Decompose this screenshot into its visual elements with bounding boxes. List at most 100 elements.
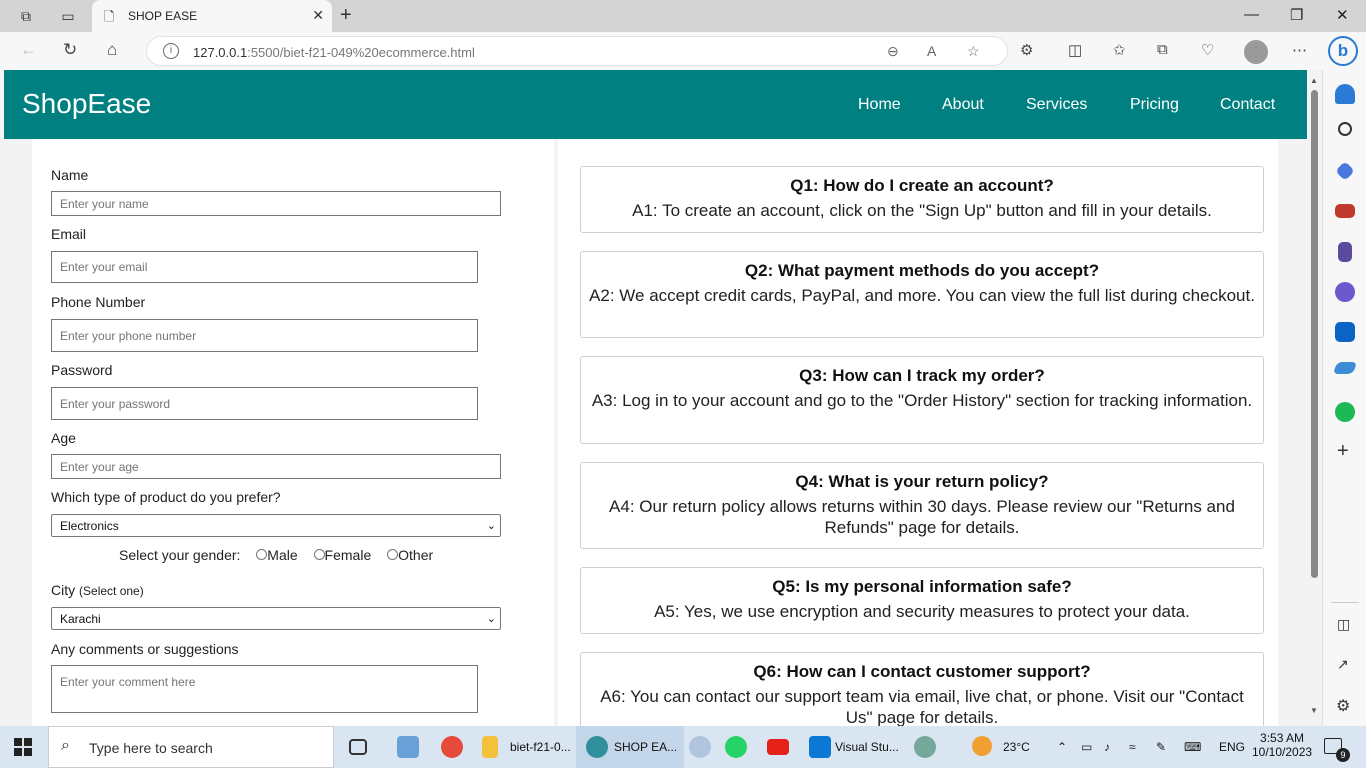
snipping-tool-icon[interactable] — [689, 736, 711, 758]
nav-pricing[interactable]: Pricing — [1130, 96, 1179, 114]
volume-icon[interactable]: ♪ — [1104, 740, 1110, 754]
weather-temp[interactable]: 23°C — [1003, 740, 1030, 754]
taskbar-app-vscode-label[interactable]: Visual Stu... — [835, 740, 899, 754]
url-field[interactable]: i 127.0.0.1:5500/biet-f21-049%20ecommerc… — [146, 36, 1008, 66]
notification-count-badge: 9 — [1336, 748, 1350, 762]
pen-icon[interactable]: ✎ — [1156, 740, 1166, 754]
minimize-icon[interactable]: — — [1244, 6, 1259, 23]
folder-icon[interactable] — [482, 736, 498, 758]
faq-question: Q4: What is your return policy? — [795, 472, 1049, 491]
search-icon[interactable] — [1338, 122, 1352, 136]
age-label: Age — [51, 430, 76, 446]
spotify-icon[interactable] — [1335, 402, 1355, 422]
product-value: Electronics — [60, 518, 119, 533]
faq-item: Q1: How do I create an account? A1: To c… — [580, 166, 1264, 233]
tools-icon[interactable] — [1335, 204, 1355, 218]
url-text: 127.0.0.1:5500/biet-f21-049%20ecommerce.… — [193, 45, 475, 60]
page-scrollbar[interactable]: ▲ ▼ — [1307, 70, 1322, 726]
language-indicator[interactable]: ENG — [1219, 740, 1245, 754]
radio-male[interactable] — [256, 549, 268, 561]
show-hidden-icons[interactable]: ⌃ — [1057, 740, 1067, 754]
drop-icon[interactable] — [1332, 362, 1358, 374]
gender-male-option[interactable]: Male — [256, 547, 298, 563]
taskbar-app-edge-label[interactable]: SHOP EA... — [614, 740, 677, 754]
outlook-icon[interactable] — [1335, 322, 1355, 342]
faq-answer: A6: You can contact our support team via… — [600, 687, 1244, 726]
site-header: ShopEase Home About Services Pricing Con… — [4, 70, 1307, 139]
more-menu-icon[interactable]: ⋯ — [1292, 41, 1307, 59]
youtube-icon[interactable] — [767, 739, 789, 755]
city-select[interactable]: Karachi ⌄ — [51, 607, 501, 630]
close-tab-icon[interactable]: ✕ — [312, 7, 324, 24]
back-icon[interactable]: ← — [20, 40, 37, 60]
brand-logo[interactable]: ShopEase — [22, 88, 151, 120]
gender-female-option[interactable]: Female — [313, 547, 371, 563]
wifi-icon[interactable]: ≈ — [1129, 740, 1136, 754]
edge-icon[interactable] — [586, 736, 608, 758]
hide-sidebar-icon[interactable]: ◫ — [1337, 616, 1350, 633]
nav-about[interactable]: About — [942, 96, 984, 114]
battery-icon[interactable]: ▭ — [1081, 740, 1092, 754]
password-input[interactable]: Enter your password — [51, 387, 478, 420]
restore-icon[interactable]: ❐ — [1290, 6, 1303, 24]
tab-actions-icon[interactable]: ▭ — [58, 6, 78, 26]
password-label: Password — [51, 362, 113, 378]
product-label: Which type of product do you prefer? — [51, 489, 281, 505]
taskbar-search[interactable]: ⌕ Type here to search — [48, 726, 334, 768]
new-tab-icon[interactable]: + — [340, 4, 352, 27]
product-select[interactable]: Electronics ⌄ — [51, 514, 501, 537]
whatsapp-icon[interactable] — [725, 736, 747, 758]
refresh-icon[interactable]: ↻ — [63, 40, 77, 60]
scrollbar-thumb[interactable] — [1311, 90, 1318, 578]
settings-icon[interactable]: ⚙ — [1336, 696, 1350, 716]
favorites-icon[interactable]: ✩ — [1113, 41, 1126, 59]
nav-home[interactable]: Home — [858, 96, 901, 114]
taskbar-clock[interactable]: 3:53 AM 10/10/2023 — [1252, 731, 1312, 759]
vscode-icon[interactable] — [809, 736, 831, 758]
email-label: Email — [51, 226, 87, 242]
favorite-icon[interactable]: ☆ — [967, 43, 980, 60]
home-icon[interactable]: ⌂ — [107, 40, 117, 60]
chatgpt-icon[interactable] — [914, 736, 936, 758]
comments-textarea[interactable]: Enter your comment here — [51, 665, 478, 713]
faq-item: Q3: How can I track my order? A3: Log in… — [580, 356, 1264, 444]
extensions-icon[interactable]: ⚙ — [1020, 41, 1033, 59]
file-explorer-icon[interactable] — [397, 736, 419, 758]
age-input[interactable]: Enter your age — [51, 454, 501, 479]
taskbar-app-folder-label[interactable]: biet-f21-0... — [510, 740, 571, 754]
keyboard-icon[interactable]: ⌨ — [1184, 740, 1201, 754]
profile-avatar[interactable] — [1244, 40, 1268, 64]
open-external-icon[interactable]: ↗ — [1337, 656, 1349, 673]
split-screen-icon[interactable]: ◫ — [1068, 41, 1082, 59]
microsoft365-icon[interactable] — [1335, 282, 1355, 302]
site-info-icon[interactable]: i — [163, 43, 179, 59]
copilot-icon[interactable]: b — [1328, 36, 1358, 66]
email-input[interactable]: Enter your email — [51, 251, 478, 283]
phone-input[interactable]: Enter your phone number — [51, 319, 478, 352]
radio-female[interactable] — [313, 549, 325, 561]
games-icon[interactable] — [1338, 242, 1352, 262]
notifications-icon[interactable] — [1335, 84, 1355, 104]
read-aloud-icon[interactable]: A — [927, 43, 936, 59]
radio-other[interactable] — [387, 549, 399, 561]
workspaces-icon[interactable]: ⧉ — [16, 6, 36, 26]
zoom-out-icon[interactable]: ⊖ — [887, 43, 899, 60]
gender-other-option[interactable]: Other — [387, 547, 433, 563]
windows-start-icon[interactable] — [14, 738, 32, 756]
scroll-up-icon[interactable]: ▲ — [1310, 76, 1318, 85]
weather-icon[interactable] — [972, 736, 992, 756]
chevron-down-icon: ⌄ — [486, 520, 496, 532]
window-close-icon[interactable]: ✕ — [1336, 6, 1349, 24]
nav-contact[interactable]: Contact — [1220, 96, 1275, 114]
task-view-icon[interactable] — [349, 739, 367, 755]
collections-icon[interactable]: ⧉ — [1157, 41, 1168, 58]
shopping-icon[interactable] — [1335, 161, 1355, 181]
nav-services[interactable]: Services — [1026, 96, 1087, 114]
search-icon: ⌕ — [61, 737, 70, 754]
chrome-icon[interactable] — [441, 736, 463, 758]
scroll-down-icon[interactable]: ▼ — [1310, 706, 1318, 715]
add-icon[interactable]: + — [1337, 440, 1349, 463]
performance-icon[interactable]: ♡ — [1201, 41, 1214, 59]
browser-tab[interactable]: 🗋 SHOP EASE ✕ — [92, 0, 332, 32]
name-input[interactable]: Enter your name — [51, 191, 501, 216]
